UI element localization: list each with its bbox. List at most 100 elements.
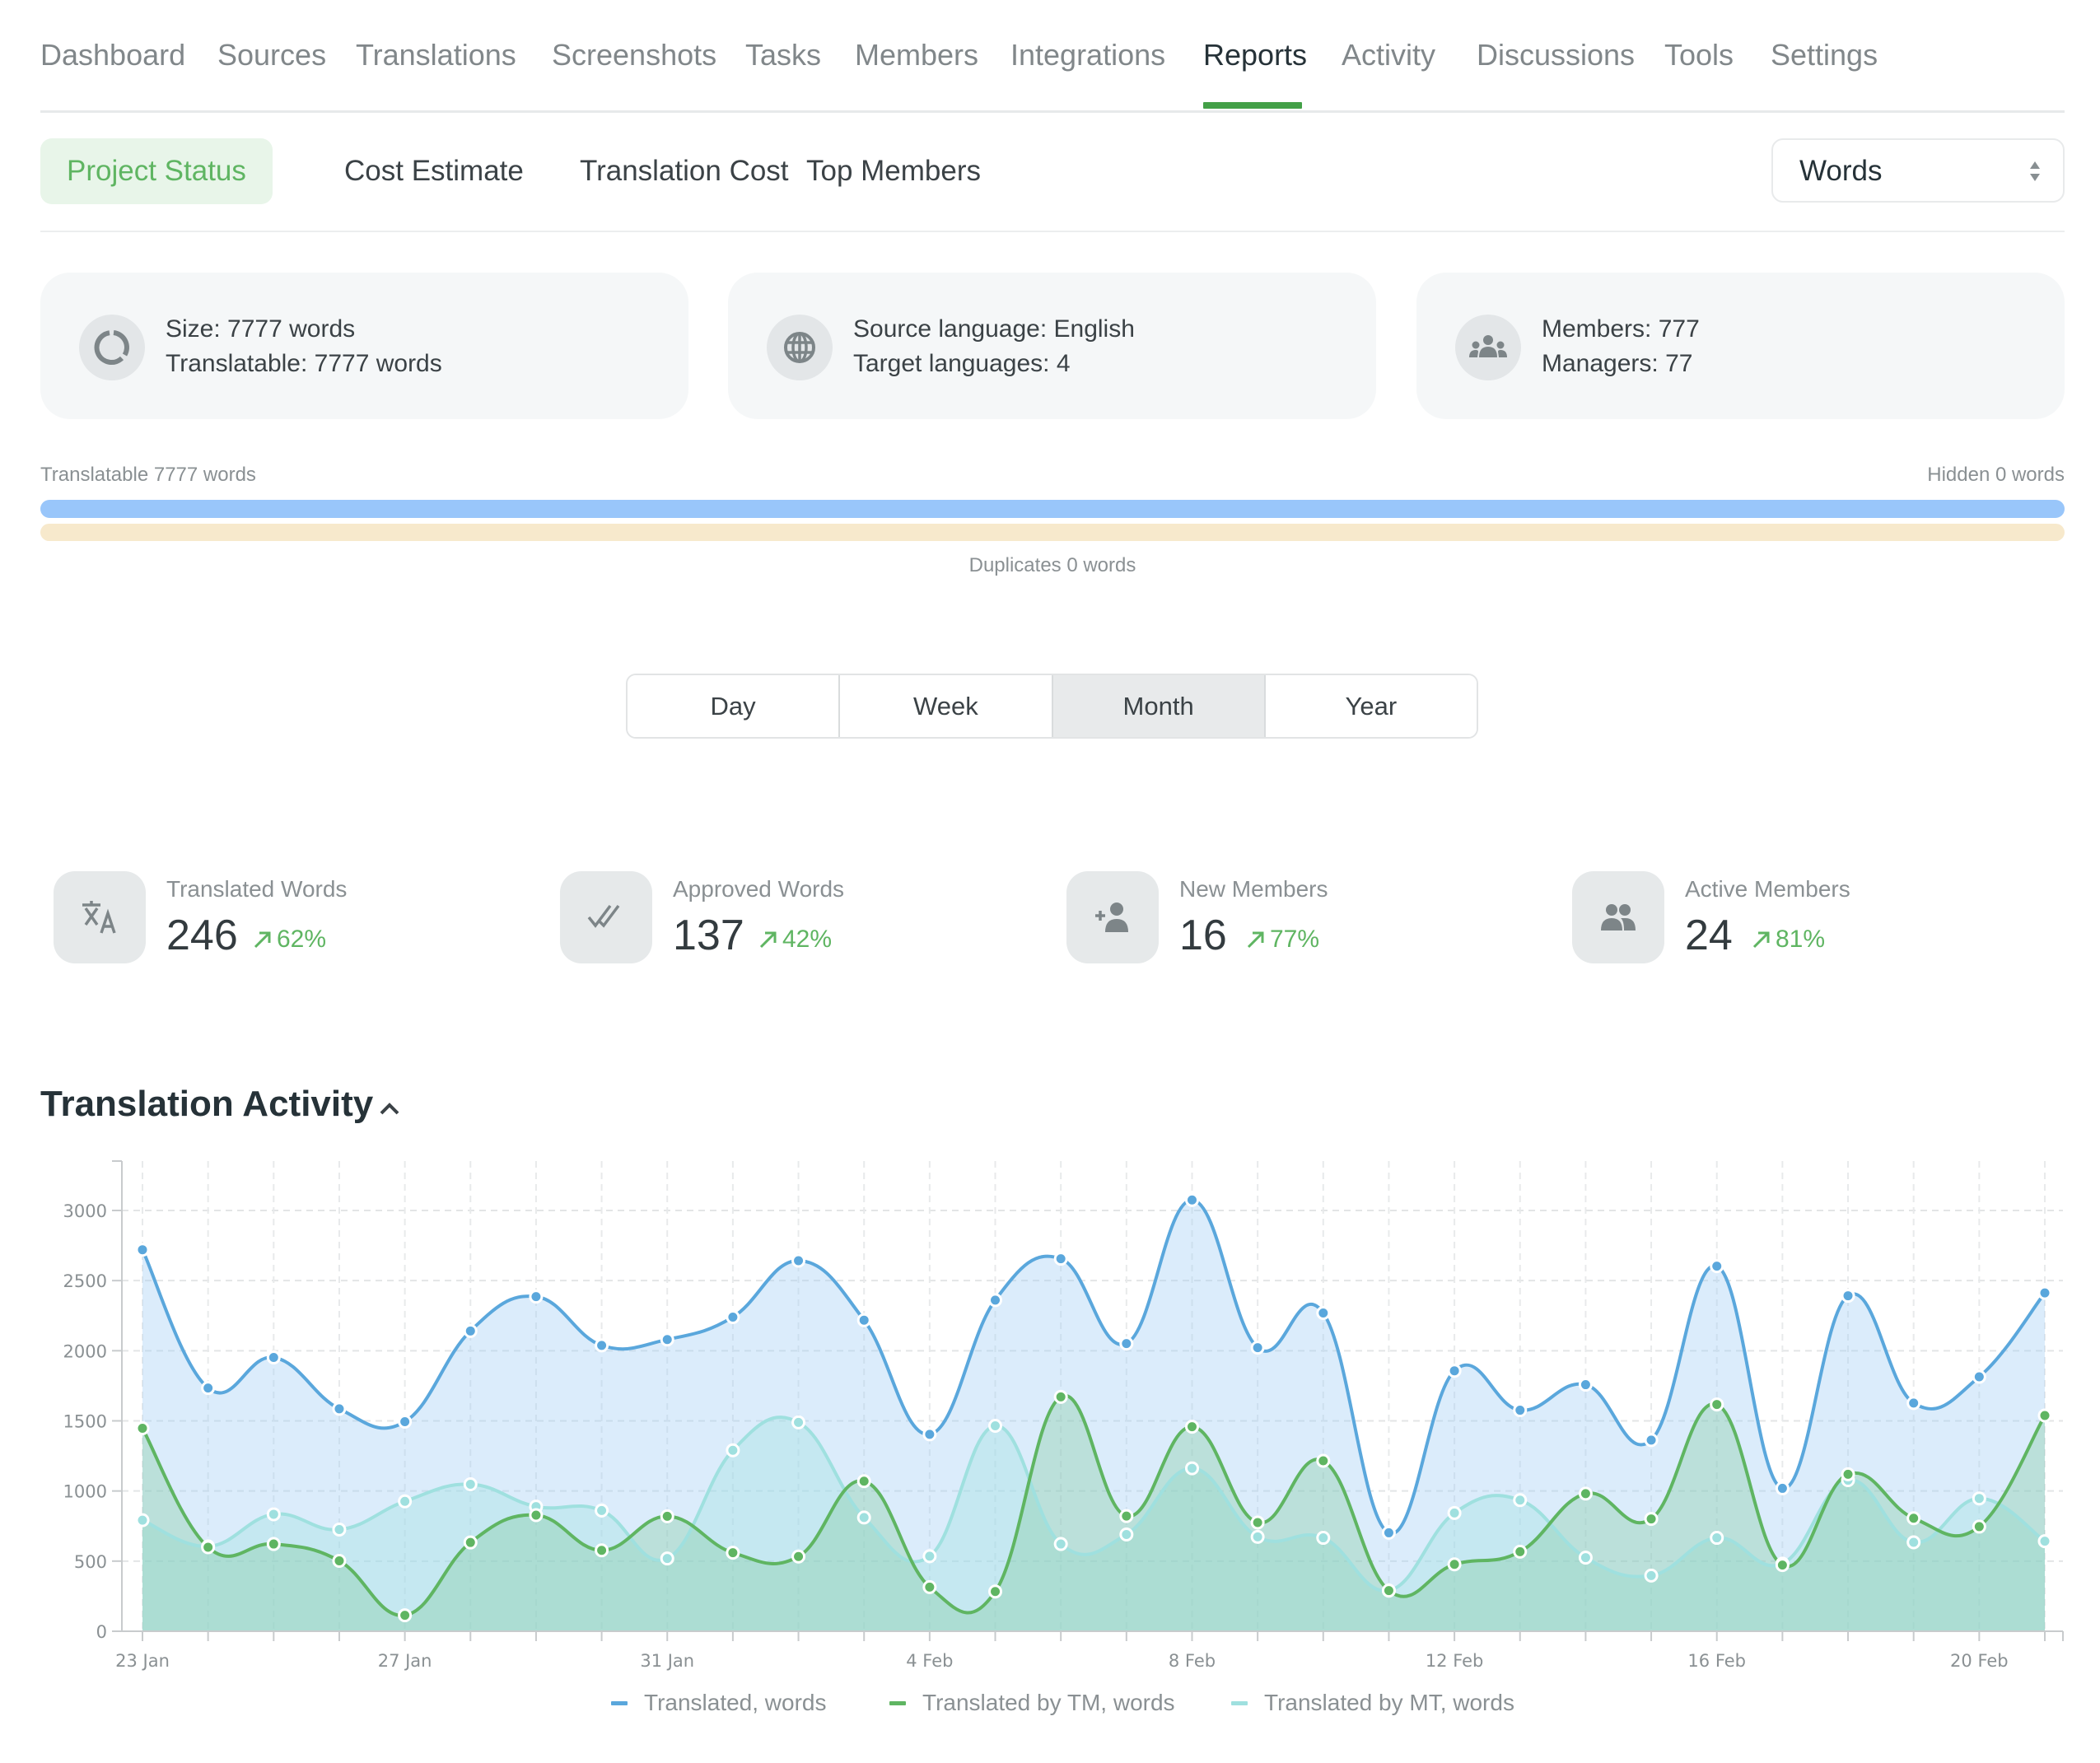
legend-item[interactable]: Translated, words [611,1690,827,1716]
legend-item[interactable]: Translated by TM, words [889,1690,1175,1716]
data-point[interactable] [463,1323,478,1338]
data-point[interactable] [1578,1486,1593,1501]
data-point[interactable] [332,1523,347,1537]
nav-tab-integrations[interactable]: Integrations [1010,38,1165,72]
data-point[interactable] [595,1543,609,1558]
data-point[interactable] [1513,1544,1528,1559]
data-point[interactable] [988,1293,1003,1308]
data-point[interactable] [1447,1364,1462,1378]
data-point[interactable] [1053,1252,1068,1266]
nav-tab-screenshots[interactable]: Screenshots [552,38,716,72]
data-point[interactable] [1710,1259,1724,1274]
data-point[interactable] [1316,1453,1331,1468]
data-point[interactable] [1119,1509,1134,1523]
data-point[interactable] [1250,1341,1265,1355]
period-option-year[interactable]: Year [1265,675,1477,737]
data-point[interactable] [988,1584,1003,1599]
data-point[interactable] [463,1476,478,1491]
period-option-month[interactable]: Month [1052,675,1266,737]
data-point[interactable] [1119,1527,1134,1541]
data-point[interactable] [2037,1408,2052,1423]
data-point[interactable] [398,1415,413,1430]
data-point[interactable] [595,1338,609,1353]
period-option-week[interactable]: Week [840,675,1053,737]
data-point[interactable] [660,1509,674,1523]
data-point[interactable] [988,1418,1003,1433]
data-point[interactable] [1053,1389,1068,1404]
data-point[interactable] [266,1537,281,1551]
data-point[interactable] [922,1549,937,1564]
data-point[interactable] [1710,1531,1724,1546]
data-point[interactable] [1710,1397,1724,1412]
data-point[interactable] [1972,1519,1986,1534]
data-point[interactable] [1184,1192,1199,1207]
data-point[interactable] [1513,1403,1528,1418]
data-point[interactable] [1578,1378,1593,1392]
data-point[interactable] [856,1474,871,1489]
nav-tab-dashboard[interactable]: Dashboard [40,38,185,72]
data-point[interactable] [1775,1558,1790,1573]
data-point[interactable] [1053,1537,1068,1551]
data-point[interactable] [1184,1461,1199,1476]
nav-tab-reports[interactable]: Reports [1203,38,1307,72]
subtab-top-members[interactable]: Top Members [780,138,1007,204]
unit-select[interactable]: Words [1771,138,2065,203]
data-point[interactable] [726,1546,740,1560]
data-point[interactable] [1250,1515,1265,1530]
data-point[interactable] [856,1510,871,1525]
data-point[interactable] [135,1243,150,1257]
data-point[interactable] [1447,1557,1462,1572]
data-point[interactable] [726,1443,740,1458]
data-point[interactable] [660,1551,674,1566]
data-point[interactable] [726,1309,740,1324]
data-point[interactable] [1841,1289,1855,1304]
data-point[interactable] [1972,1491,1986,1506]
data-point[interactable] [1578,1551,1593,1565]
subtab-project-status[interactable]: Project Status [40,138,273,204]
data-point[interactable] [1906,1535,1921,1550]
period-option-day[interactable]: Day [628,675,841,737]
data-point[interactable] [135,1421,150,1436]
data-point[interactable] [1250,1529,1265,1544]
data-point[interactable] [1644,1433,1659,1448]
data-point[interactable] [595,1503,609,1518]
nav-tab-discussions[interactable]: Discussions [1477,38,1635,72]
data-point[interactable] [1447,1505,1462,1520]
nav-tab-tasks[interactable]: Tasks [745,38,821,72]
data-point[interactable] [1841,1467,1855,1481]
data-point[interactable] [922,1427,937,1442]
data-point[interactable] [266,1350,281,1365]
data-point[interactable] [2037,1285,2052,1300]
data-point[interactable] [791,1415,806,1430]
data-point[interactable] [332,1402,347,1416]
nav-tab-sources[interactable]: Sources [217,38,326,72]
nav-tab-translations[interactable]: Translations [356,38,516,72]
data-point[interactable] [791,1253,806,1268]
data-point[interactable] [463,1535,478,1550]
data-point[interactable] [201,1381,216,1396]
data-point[interactable] [1381,1525,1396,1540]
chevron-up-icon[interactable] [377,1098,402,1118]
data-point[interactable] [1316,1306,1331,1321]
data-point[interactable] [529,1508,544,1523]
data-point[interactable] [1513,1493,1528,1508]
data-point[interactable] [398,1608,413,1623]
data-point[interactable] [332,1553,347,1568]
data-point[interactable] [791,1549,806,1564]
subtab-translation-cost[interactable]: Translation Cost [553,138,815,204]
data-point[interactable] [135,1513,150,1527]
data-point[interactable] [2037,1534,2052,1549]
legend-item[interactable]: Translated by MT, words [1231,1690,1514,1716]
data-point[interactable] [856,1313,871,1327]
data-point[interactable] [1972,1369,1986,1384]
nav-tab-tools[interactable]: Tools [1664,38,1734,72]
data-point[interactable] [1184,1420,1199,1434]
subtab-cost-estimate[interactable]: Cost Estimate [318,138,550,204]
data-point[interactable] [1381,1583,1396,1598]
nav-tab-activity[interactable]: Activity [1342,38,1435,72]
data-point[interactable] [1906,1511,1921,1526]
data-point[interactable] [1316,1531,1331,1546]
data-point[interactable] [1644,1512,1659,1527]
data-point[interactable] [1644,1568,1659,1583]
data-point[interactable] [660,1332,674,1347]
